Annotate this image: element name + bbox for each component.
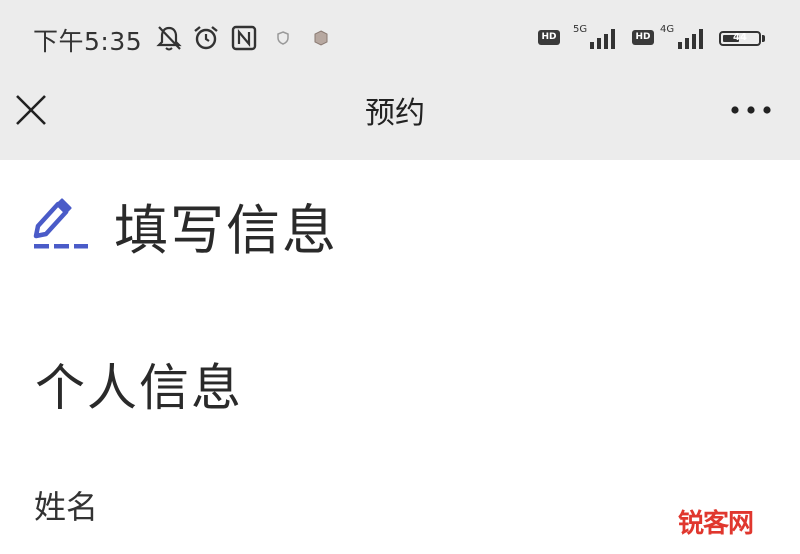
name-input[interactable]	[34, 534, 764, 554]
status-bar: 下午5:35 HD 5G HD 4G 44	[0, 0, 800, 80]
app-notification-icon	[314, 30, 328, 46]
section-title-personal-info: 个人信息	[35, 359, 243, 417]
battery-icon: 44	[719, 31, 761, 46]
battery-level: 44	[733, 32, 747, 43]
name-field-label: 姓名	[34, 488, 99, 526]
watermark: 锐客网	[678, 509, 754, 539]
hd-badge-1: HD	[538, 30, 560, 45]
top-bar: 下午5:35 HD 5G HD 4G 44 预约	[0, 0, 800, 160]
shield-icon	[277, 31, 289, 45]
status-time: 下午5:35	[33, 27, 143, 56]
alarm-clock-icon	[194, 26, 218, 50]
nfc-icon	[231, 25, 257, 51]
more-options-icon[interactable]	[728, 96, 774, 124]
mute-bell-icon	[156, 26, 182, 51]
form-heading-text: 填写信息	[114, 199, 338, 262]
edit-pencil-icon	[33, 198, 88, 249]
battery-tip	[762, 35, 765, 42]
hd-badge-2: HD	[632, 30, 654, 45]
page-title: 预约	[365, 96, 425, 131]
signal-strength-2-icon	[678, 29, 703, 49]
signal-strength-1-icon	[590, 29, 615, 49]
